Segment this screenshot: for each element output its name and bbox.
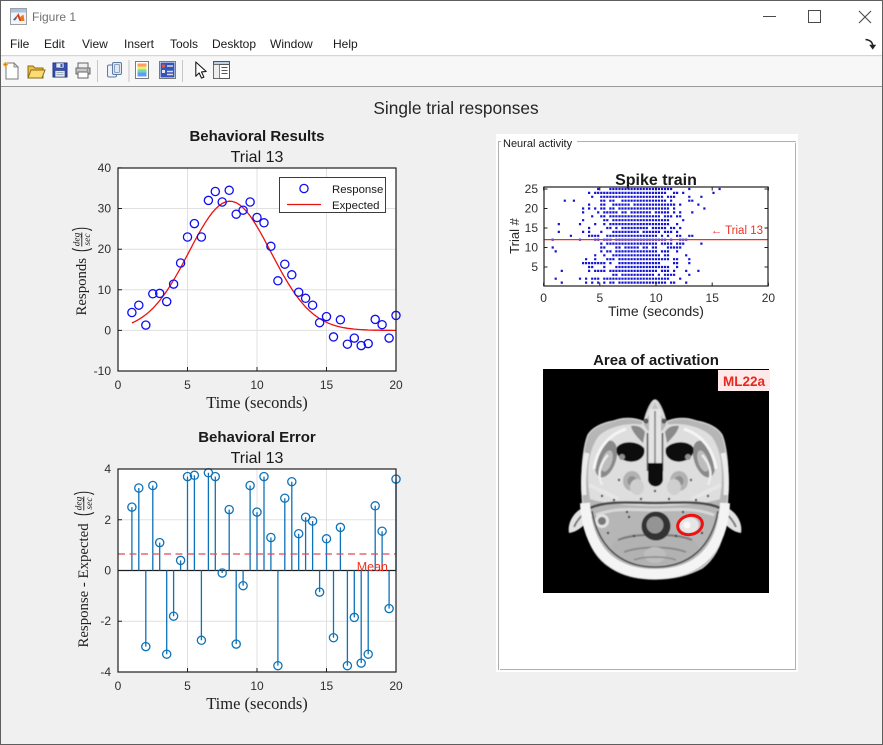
svg-text:sec: sec xyxy=(83,233,93,246)
svg-text:-10: -10 xyxy=(94,364,112,378)
svg-text:0: 0 xyxy=(104,323,111,337)
svg-text:Responds: Responds xyxy=(74,258,90,316)
svg-text:-4: -4 xyxy=(100,665,111,679)
svg-text:0: 0 xyxy=(115,679,122,693)
svg-text:15: 15 xyxy=(320,378,334,392)
svg-text:Area of activation: Area of activation xyxy=(593,352,719,369)
svg-text:40: 40 xyxy=(98,161,112,175)
svg-text:0: 0 xyxy=(104,564,111,578)
svg-text:20: 20 xyxy=(525,202,539,216)
svg-text:-2: -2 xyxy=(100,614,111,628)
svg-text:Time (seconds): Time (seconds) xyxy=(206,393,308,412)
svg-text:30: 30 xyxy=(98,202,112,216)
svg-text:Neural activity: Neural activity xyxy=(503,138,573,150)
svg-text:← Trial 13: ← Trial 13 xyxy=(711,225,763,237)
svg-text:Expected: Expected xyxy=(332,200,380,212)
svg-text:15: 15 xyxy=(525,221,539,235)
svg-text:0: 0 xyxy=(115,378,122,392)
svg-text:10: 10 xyxy=(98,283,112,297)
svg-text:20: 20 xyxy=(389,679,403,693)
svg-text:5: 5 xyxy=(184,378,191,392)
svg-text:Response - Expected: Response - Expected xyxy=(76,523,92,648)
svg-text:Trial 13: Trial 13 xyxy=(231,450,284,467)
svg-text:5: 5 xyxy=(596,291,603,305)
svg-text:Trial #: Trial # xyxy=(507,217,522,253)
svg-text:15: 15 xyxy=(706,291,720,305)
svg-text:0: 0 xyxy=(540,291,547,305)
svg-text:Mean: Mean xyxy=(357,560,388,574)
svg-text:Behavioral Error: Behavioral Error xyxy=(198,429,316,446)
svg-text:20: 20 xyxy=(389,378,403,392)
svg-text:deg: deg xyxy=(73,232,83,246)
svg-text:15: 15 xyxy=(320,679,334,693)
svg-text:10: 10 xyxy=(250,378,264,392)
svg-text:25: 25 xyxy=(525,182,539,196)
svg-text:deg: deg xyxy=(75,496,85,510)
svg-text:Trial 13: Trial 13 xyxy=(231,149,284,166)
svg-text:Single trial responses: Single trial responses xyxy=(373,98,539,118)
svg-text:20: 20 xyxy=(98,242,112,256)
svg-text:Spike train: Spike train xyxy=(615,172,697,189)
svg-text:10: 10 xyxy=(250,679,264,693)
svg-text:Time (seconds): Time (seconds) xyxy=(206,694,308,713)
svg-text:2: 2 xyxy=(104,513,111,527)
svg-text:sec: sec xyxy=(85,497,95,510)
svg-text:10: 10 xyxy=(525,241,539,255)
svg-text:4: 4 xyxy=(104,462,111,476)
svg-text:5: 5 xyxy=(531,260,538,274)
svg-text:Behavioral Results: Behavioral Results xyxy=(189,128,324,145)
svg-text:ML22a: ML22a xyxy=(723,374,766,389)
svg-text:Response: Response xyxy=(332,184,383,196)
svg-text:5: 5 xyxy=(184,679,191,693)
svg-text:20: 20 xyxy=(762,291,776,305)
svg-text:Time (seconds): Time (seconds) xyxy=(608,303,704,319)
